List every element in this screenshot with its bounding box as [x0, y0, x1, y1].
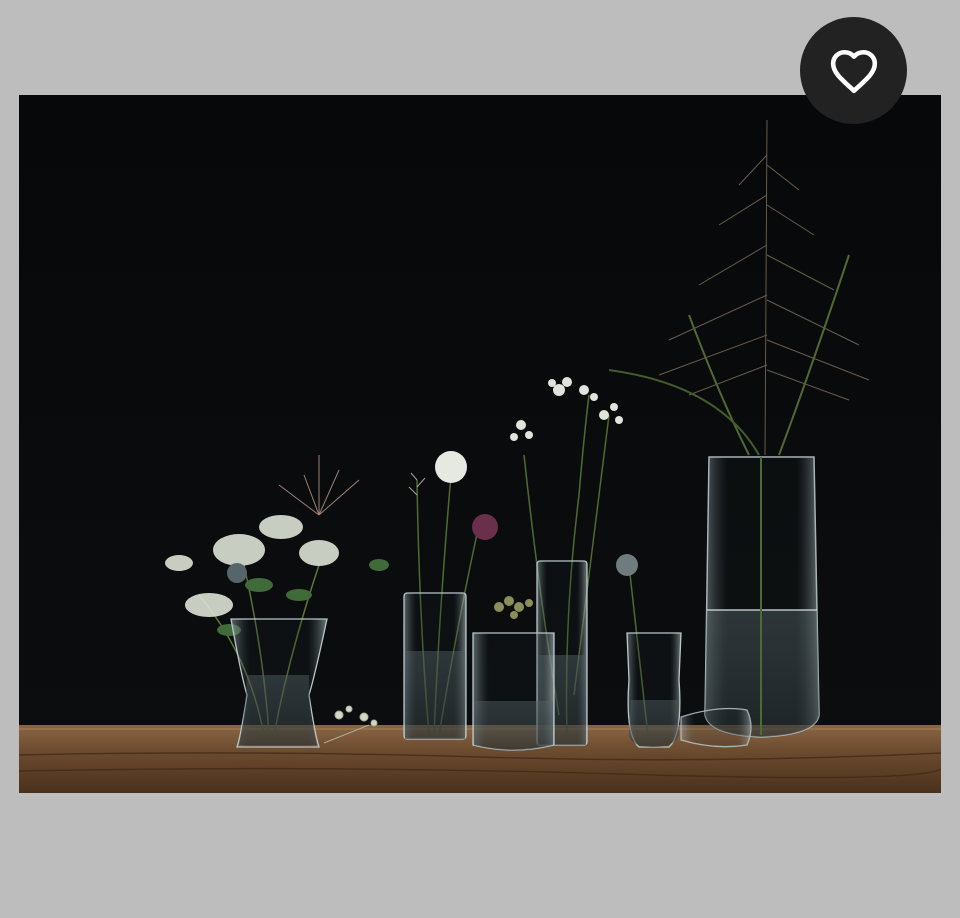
heart-icon	[830, 49, 877, 93]
product-photo[interactable]	[19, 95, 941, 793]
favorite-button[interactable]	[800, 17, 907, 124]
vase-arrangement-image	[19, 95, 941, 793]
